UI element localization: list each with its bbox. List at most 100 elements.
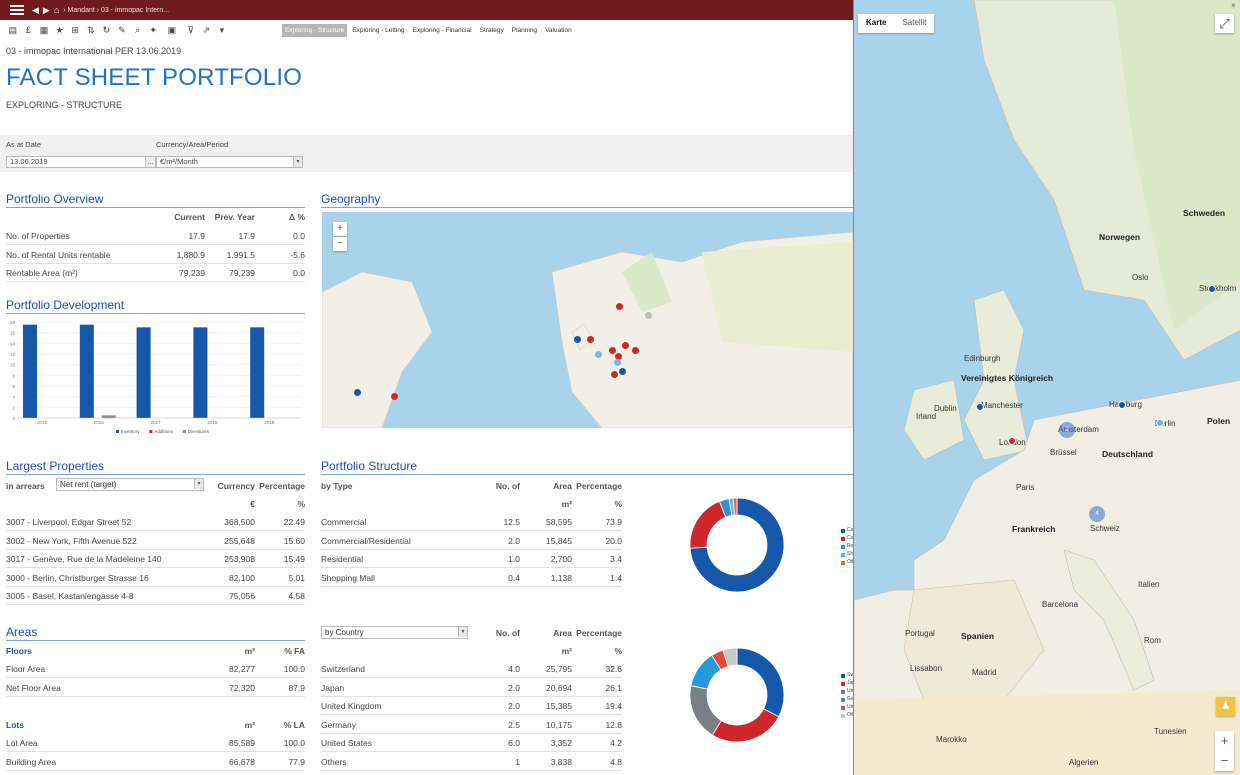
table-row: Building Area 66,678 77.9	[6, 757, 305, 767]
property-marker[interactable]	[354, 389, 361, 396]
cell-prev: 17.9	[238, 231, 255, 241]
row-divider	[6, 695, 305, 697]
property-marker[interactable]	[574, 336, 581, 343]
property-marker[interactable]	[391, 393, 398, 400]
cell-name: Japan	[321, 682, 345, 693]
currency-select[interactable]: €/m²/Month ▾	[156, 156, 303, 168]
map-tab-satellit[interactable]: Satellit	[894, 14, 934, 33]
chevron-down-icon[interactable]: ▾	[194, 479, 203, 489]
breadcrumb[interactable]: › Mandant › 03 - immopac Intern...	[63, 7, 169, 14]
pdf-export-icon[interactable]: ▤	[5, 25, 21, 36]
menu-icon[interactable]	[10, 5, 24, 15]
table-row: 3007 - Liverpool, Edgar Street 52 368,500…	[6, 517, 305, 527]
street-view-pegman-icon[interactable]: ♟	[1216, 697, 1235, 716]
fullscreen-icon[interactable]: ⤢	[1215, 14, 1234, 33]
property-marker[interactable]	[587, 336, 594, 343]
calculator-icon[interactable]: ▦	[36, 25, 52, 36]
tab-exploring-financial[interactable]: Exploring - Financial	[410, 24, 475, 37]
map-zoom-in-button[interactable]: +	[1215, 731, 1234, 751]
donut-slice	[689, 500, 727, 549]
property-marker[interactable]	[609, 347, 616, 354]
close-icon[interactable]: ×	[1231, 1, 1236, 10]
tab-planning[interactable]: Planning	[509, 24, 540, 37]
map-tab-karte[interactable]: Karte	[858, 14, 894, 33]
cell-pct: 22.49	[283, 517, 305, 527]
currency-icon[interactable]: £	[21, 25, 37, 36]
property-marker[interactable]	[632, 347, 639, 354]
map-marker[interactable]	[1208, 285, 1216, 293]
zoom-out-button[interactable]: −	[333, 237, 347, 251]
date-picker-button[interactable]: ...	[145, 156, 156, 168]
as-at-date-field[interactable]: 13.06.2019	[6, 156, 146, 168]
tab-exploring-letting[interactable]: Exploring - Letting	[349, 24, 407, 37]
chevron-down-icon[interactable]: ▾	[458, 627, 467, 637]
search-icon[interactable]: ⌕	[130, 25, 146, 36]
map-marker[interactable]	[1118, 401, 1126, 409]
cell-name: Germany	[321, 719, 356, 730]
map-cluster[interactable]: 4	[1089, 506, 1105, 522]
refresh-icon[interactable]: ↻	[99, 25, 115, 36]
property-marker[interactable]	[622, 342, 629, 349]
cell-pct: 26.1	[605, 682, 622, 693]
structure-units: m² %	[472, 499, 622, 509]
y-tick-label: 10	[10, 363, 16, 368]
cell-delta: 0.0	[293, 231, 305, 241]
zoom-in-button[interactable]: +	[333, 222, 347, 236]
back-arrow-icon[interactable]: ◀	[32, 5, 39, 16]
cell-prev: 79,239	[229, 268, 255, 278]
floors-unit: m²	[244, 646, 255, 656]
map-marker[interactable]	[976, 403, 984, 411]
add-icon[interactable]: ⊞	[67, 25, 83, 36]
rent-type-select-value: Net rent (target)	[60, 480, 117, 489]
cell-area: 10,175	[546, 719, 572, 730]
property-marker[interactable]	[614, 359, 621, 366]
col-area: Area	[553, 628, 572, 638]
map-marker[interactable]	[1008, 437, 1016, 445]
table-row: Rentable Area (m²) 79,239 79,239 0.0	[6, 268, 305, 278]
forward-arrow-icon[interactable]: ▶	[43, 5, 50, 16]
row-divider	[6, 281, 305, 282]
cell-delta: 0.0	[293, 268, 305, 278]
external-link-icon[interactable]: ⇗	[199, 25, 215, 36]
row-divider	[6, 567, 305, 568]
tab-valuation[interactable]: Valuation	[542, 24, 575, 37]
legend-swatch	[841, 545, 845, 549]
legend-swatch	[841, 674, 845, 678]
col-percentage: Percentage	[576, 481, 622, 491]
row-divider	[6, 677, 305, 678]
property-marker[interactable]	[645, 312, 652, 319]
tab-exploring-structure[interactable]: Exploring - Structure	[282, 24, 348, 37]
cell-name: Lot Area	[6, 738, 38, 748]
cell-name: United Kingdom	[321, 701, 382, 711]
pin-icon[interactable]: ✦	[145, 25, 161, 36]
x-tick-label: 2018	[207, 420, 218, 425]
map-label: Vereinigtes Königreich	[961, 373, 1054, 383]
chevron-down-icon[interactable]: ▾	[293, 157, 302, 167]
map-marker[interactable]	[1156, 419, 1164, 427]
rent-type-select[interactable]: Net rent (target) ▾	[56, 478, 204, 491]
dropdown-box-icon[interactable]: ▾	[214, 25, 230, 36]
property-marker[interactable]	[595, 351, 602, 358]
by-country-select[interactable]: by Country ▾	[321, 626, 468, 639]
scan-icon[interactable]: ▣	[161, 25, 183, 36]
edit-icon[interactable]: ✎	[114, 25, 130, 36]
europe-map[interactable]: Schweden Norwegen Vereinigtes Königreich Ir…	[853, 0, 1240, 775]
y-tick-label: 0	[12, 416, 15, 421]
sort-icon[interactable]: ⇅	[83, 25, 99, 36]
property-marker[interactable]	[611, 371, 618, 378]
home-icon[interactable]: ⌂	[54, 5, 59, 15]
row-divider	[6, 244, 305, 245]
map-label: Dublin	[934, 404, 957, 413]
cell-label: Rentable Area (m²)	[6, 268, 78, 278]
property-marker[interactable]	[616, 303, 623, 310]
map-cluster[interactable]: 2	[1059, 422, 1075, 438]
geography-map[interactable]: + −	[322, 212, 853, 428]
favorite-star-icon[interactable]: ★	[52, 25, 68, 36]
row-divider	[6, 751, 305, 752]
tab-strategy[interactable]: Strategy	[477, 24, 507, 37]
map-label: Stockholm	[1199, 284, 1237, 293]
map-zoom-out-button[interactable]: −	[1215, 751, 1234, 771]
table-row: 3017 - Genève, Rue de la Madeleine 140 25…	[6, 554, 305, 564]
property-marker[interactable]	[619, 368, 626, 375]
filter-icon[interactable]: ⊽	[183, 25, 199, 36]
